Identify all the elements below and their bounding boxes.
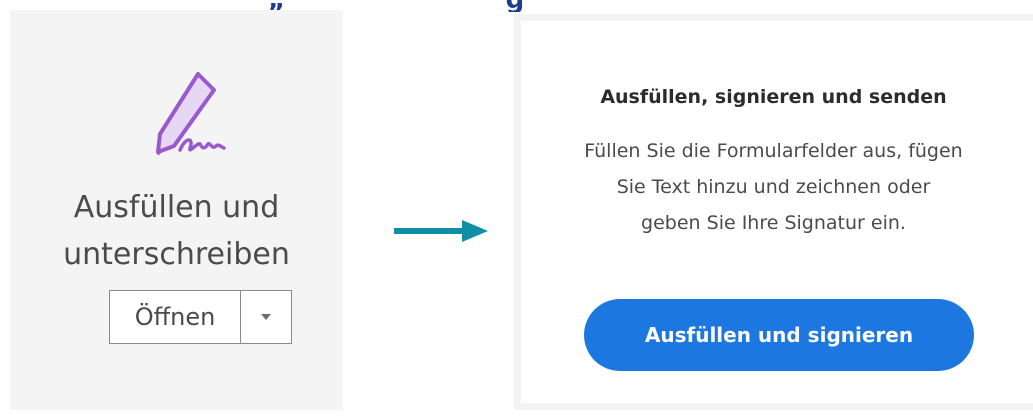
- tool-label-line1: Ausfüllen und: [73, 190, 280, 225]
- card-title: Ausfüllen, signieren und senden: [600, 86, 947, 108]
- fill-and-sign-button[interactable]: Ausfüllen und signieren: [584, 299, 974, 371]
- fill-sign-send-card: Ausfüllen, signieren und senden Füllen S…: [514, 14, 1033, 410]
- arrow-right-icon: [394, 220, 488, 242]
- card-description-line: geben Sie Ihre Signatur ein.: [641, 212, 906, 234]
- open-dropdown-toggle[interactable]: [241, 291, 291, 343]
- card-description: Füllen Sie die Formularfelder aus, fügen…: [551, 133, 996, 241]
- card-description-line: Sie Text hinzu und zeichnen oder: [616, 176, 931, 198]
- fill-and-sign-tool-tile: Ausfüllen und unterschreiben Öffnen: [10, 10, 343, 410]
- pen-signature-icon: [156, 72, 226, 156]
- caret-down-icon: [261, 314, 271, 320]
- card-description-line: Füllen Sie die Formularfelder aus, fügen: [584, 140, 963, 162]
- tool-label-line2: unterschreiben: [63, 237, 290, 272]
- open-split-button[interactable]: Öffnen: [109, 290, 292, 344]
- open-button[interactable]: Öffnen: [110, 291, 241, 343]
